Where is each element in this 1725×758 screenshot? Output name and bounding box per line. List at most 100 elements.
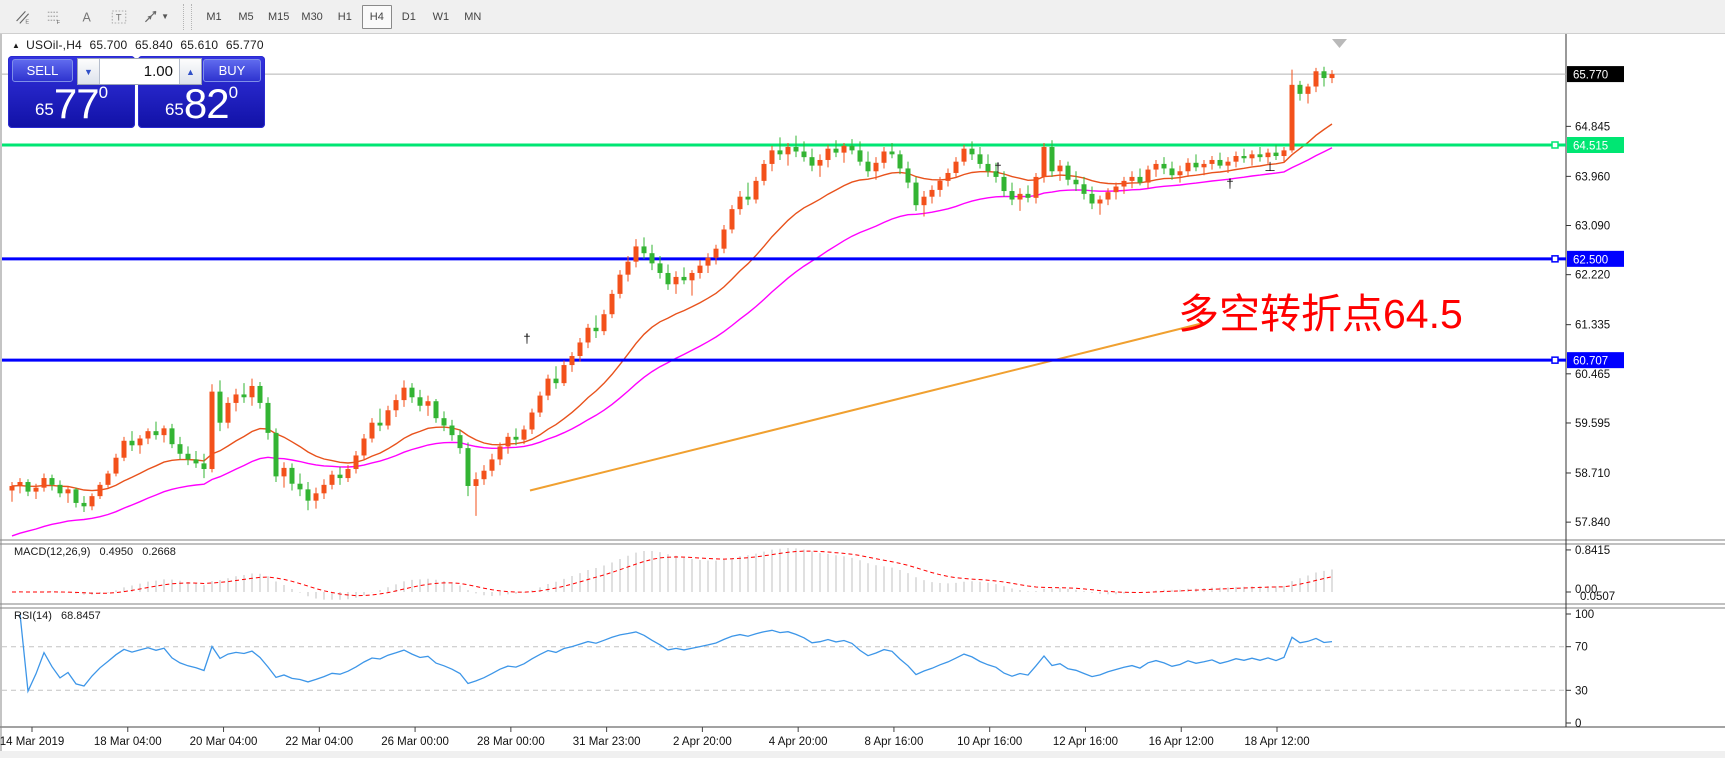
candle-body xyxy=(770,150,775,164)
candle-body xyxy=(1018,194,1023,200)
candle-body xyxy=(890,151,895,154)
trendline-object[interactable] xyxy=(530,322,1207,490)
time-label: 16 Apr 12:00 xyxy=(1149,736,1214,748)
timeframe-D1[interactable]: D1 xyxy=(394,5,424,29)
candle-body xyxy=(1138,177,1143,183)
timeframe-W1[interactable]: W1 xyxy=(426,5,456,29)
label-button[interactable]: T xyxy=(104,4,134,30)
buy-price-big: 82 xyxy=(184,80,229,127)
svg-text:62.500: 62.500 xyxy=(1573,254,1608,266)
timeframe-M15[interactable]: M15 xyxy=(263,5,294,29)
buy-price[interactable]: 65820 xyxy=(138,82,265,126)
candle-body xyxy=(818,160,823,166)
ohlc-high: 65.840 xyxy=(135,38,173,52)
candle-body xyxy=(922,197,927,205)
timeframe-H4[interactable]: H4 xyxy=(362,5,392,29)
candle-body xyxy=(538,396,543,413)
chart-annotation-text[interactable]: 多空转折点64.5 xyxy=(1178,280,1463,340)
timeframe-H1[interactable]: H1 xyxy=(330,5,360,29)
sell-button[interactable]: SELL xyxy=(12,59,73,82)
volume-increase-button[interactable]: ▲ xyxy=(179,59,201,84)
macd-signal-line xyxy=(12,551,1332,596)
candle-body xyxy=(898,154,903,168)
candle-body xyxy=(1266,153,1271,158)
sell-price-prefix: 65 xyxy=(35,100,54,119)
candle-body xyxy=(114,458,119,474)
candle-body xyxy=(402,388,407,400)
timeframe-group: M1M5M15M30H1H4D1W1MN xyxy=(198,5,489,29)
sell-price-sup: 0 xyxy=(99,83,108,102)
volume-decrease-button[interactable]: ▼ xyxy=(78,59,100,84)
trade-marker: † xyxy=(523,331,530,346)
candle-body xyxy=(570,356,575,365)
candle-body xyxy=(314,493,319,500)
equidistant-channel-button[interactable]: E xyxy=(8,4,38,30)
candle-body xyxy=(930,190,935,197)
candle-body xyxy=(1170,168,1175,175)
sell-price[interactable]: 65770 xyxy=(8,82,135,126)
timeframe-M30[interactable]: M30 xyxy=(296,5,327,29)
candle-body xyxy=(354,455,359,469)
svg-text:64.845: 64.845 xyxy=(1575,121,1610,133)
candle-body xyxy=(362,439,367,456)
arrows-button[interactable]: ▼ xyxy=(136,4,176,30)
fibonacci-icon: F xyxy=(47,8,63,26)
timeframe-MN[interactable]: MN xyxy=(458,5,488,29)
candle-body xyxy=(666,273,671,284)
volume-input[interactable] xyxy=(100,59,179,84)
rsi-value: 68.8457 xyxy=(61,610,101,622)
chart-shift-marker[interactable] xyxy=(1332,39,1347,48)
candle-body xyxy=(250,386,255,397)
candle-body xyxy=(18,482,23,486)
svg-text:62.220: 62.220 xyxy=(1575,270,1610,282)
buy-price-prefix: 65 xyxy=(165,100,184,119)
candle-body xyxy=(626,262,631,275)
buy-button[interactable]: BUY xyxy=(203,59,261,82)
label-icon: T xyxy=(111,8,127,26)
candle-body xyxy=(434,401,439,418)
ohlc-low: 65.610 xyxy=(180,38,218,52)
volume-control: ▼ ▲ xyxy=(77,58,202,85)
candle-body xyxy=(98,485,103,496)
candle-body xyxy=(642,246,647,253)
candle-body xyxy=(730,209,735,229)
fibonacci-button[interactable]: F xyxy=(40,4,70,30)
candle-body xyxy=(450,426,455,436)
candle-body xyxy=(186,454,191,460)
time-label: 14 Mar 2019 xyxy=(0,736,64,748)
candle-body xyxy=(490,459,495,470)
candle-body xyxy=(650,253,655,263)
timeframe-M5[interactable]: M5 xyxy=(231,5,261,29)
candle-body xyxy=(826,149,831,160)
timeframe-M1[interactable]: M1 xyxy=(199,5,229,29)
price-axis[interactable]: 64.84563.96063.09062.22061.33560.46559.5… xyxy=(1566,66,1624,529)
candle-body xyxy=(1306,87,1311,94)
arrows-icon xyxy=(143,8,159,26)
moving-averages xyxy=(12,124,1332,536)
candle-body xyxy=(1234,156,1239,162)
time-label: 18 Apr 12:00 xyxy=(1244,736,1309,748)
candle-body xyxy=(562,365,567,383)
candle-body xyxy=(1194,163,1199,168)
candle-body xyxy=(370,423,375,439)
candle-body xyxy=(1042,147,1047,177)
time-label: 18 Mar 04:00 xyxy=(94,736,162,748)
candle-body xyxy=(1074,180,1079,185)
svg-text:61.335: 61.335 xyxy=(1575,320,1610,332)
time-label: 10 Apr 16:00 xyxy=(957,736,1022,748)
time-axis[interactable]: 14 Mar 201918 Mar 04:0020 Mar 04:0022 Ma… xyxy=(0,727,1310,748)
candle-body xyxy=(1322,71,1327,78)
text-button[interactable]: A xyxy=(72,4,102,30)
candle-body xyxy=(410,388,415,398)
candle-body xyxy=(1218,160,1223,166)
candle-body xyxy=(522,429,527,439)
candle-body xyxy=(106,474,111,485)
candle-body xyxy=(10,486,15,491)
candle-body xyxy=(1066,166,1071,180)
candle-body xyxy=(1162,164,1167,169)
candle-body xyxy=(506,437,511,447)
candle-body xyxy=(1082,184,1087,194)
candle-body xyxy=(1250,154,1255,158)
candles-layer xyxy=(10,67,1335,516)
candle-body xyxy=(842,146,847,153)
